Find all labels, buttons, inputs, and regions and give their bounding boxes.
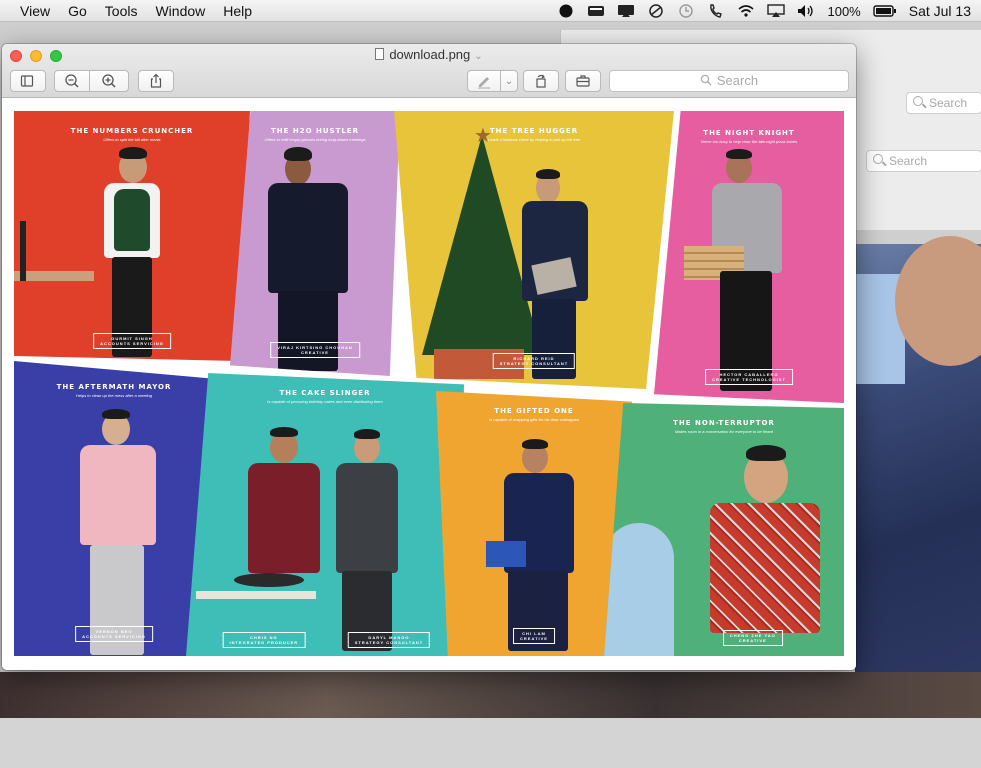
menu-help[interactable]: Help: [214, 0, 261, 22]
poster-subtitle: Helps to clean up the mess after a meeti…: [75, 393, 153, 398]
window-title-text: download.png: [389, 47, 471, 62]
document-icon: [375, 48, 385, 60]
poster-subtitle: Never too busy to help clear the late-ni…: [700, 139, 798, 144]
poster-name: VIRAJ KIRTSING CHOUHAN CREATIVE: [270, 342, 360, 358]
poster-name: CHI LAM CREATIVE: [513, 628, 555, 644]
poster-subtitle: Is capable of procuring birthday cakes a…: [267, 399, 383, 404]
chevron-down-icon: ⌄: [504, 75, 514, 87]
rotate-button[interactable]: [523, 70, 559, 92]
poster-night-knight: THE NIGHT KNIGHT Never too busy to help …: [654, 111, 844, 403]
cast-icon[interactable]: [617, 4, 635, 18]
wifi-icon[interactable]: [737, 4, 755, 18]
zoom-out-button[interactable]: [54, 70, 90, 92]
battery-icon[interactable]: [873, 4, 897, 18]
clock[interactable]: Sat Jul 13: [909, 3, 971, 19]
cake: [234, 573, 304, 587]
poster-numbers-cruncher: THE NUMBERS CRUNCHER Offers to split the…: [14, 111, 250, 361]
search-icon: [700, 74, 712, 86]
poster-tree-hugger: THE TREE HUGGER Leads Christmas cheer by…: [394, 111, 674, 389]
search-icon: [913, 96, 923, 106]
star-icon: ★: [474, 125, 492, 147]
sidebar-icon: [20, 75, 34, 87]
share-button[interactable]: [138, 70, 174, 92]
background-photo-strip: [0, 672, 981, 718]
record-icon[interactable]: [557, 4, 575, 18]
gift-box: [486, 541, 526, 567]
poster-name: RICHARD REID STRATEGY CONSULTANT: [492, 353, 576, 369]
window-title[interactable]: download.png ⌄: [2, 47, 856, 62]
background-search-field-2[interactable]: Search: [866, 150, 981, 172]
share-icon: [150, 73, 162, 88]
poster-name: GURMIT SINGH ACCOUNTS SERVICING: [93, 333, 171, 349]
rotate-icon: [536, 74, 546, 88]
status-area: 100% Sat Jul 13: [557, 0, 981, 22]
poster-subtitle: Makes room in a conversation for everyon…: [674, 429, 774, 434]
airplay-icon[interactable]: [767, 4, 786, 18]
poster-title: THE H2O HUSTLER: [271, 127, 359, 135]
drive-icon[interactable]: [587, 4, 605, 18]
volume-icon[interactable]: [797, 4, 815, 18]
chevron-down-icon: ⌄: [474, 51, 483, 62]
poster-title: THE CAKE SLINGER: [279, 389, 371, 397]
time-machine-icon[interactable]: [677, 4, 695, 18]
poster-name: CHRIS NG INTEGRATED PRODUCER: [222, 632, 306, 648]
sidebar-toggle-button[interactable]: [10, 70, 46, 92]
image-canvas: THE NUMBERS CRUNCHER Offers to split the…: [2, 99, 856, 670]
pen-icon: [478, 77, 490, 89]
search-placeholder: Search: [716, 73, 759, 88]
poster-name: HECTOR CABALLERO CREATIVE TECHNOLOGIST: [705, 369, 793, 385]
toolbox-button[interactable]: [565, 70, 601, 92]
background-search-placeholder-2: Search: [889, 154, 928, 168]
collage-image: THE NUMBERS CRUNCHER Offers to split the…: [14, 111, 844, 656]
poster-h2o-hustler: THE H2O HUSTLER Offers to refill empty g…: [230, 111, 400, 376]
poster-aftermath-mayor: THE AFTERMATH MAYOR Helps to clean up th…: [14, 361, 214, 656]
zoom-out-icon: [65, 74, 79, 88]
poster-gifted-one: THE GIFTED ONE Is capable of wrapping gi…: [436, 391, 632, 656]
toolbox-icon: [576, 75, 590, 87]
poster-title: THE NUMBERS CRUNCHER: [70, 127, 194, 135]
blocked-icon[interactable]: [647, 4, 665, 18]
markup-menu-button[interactable]: ⌄: [500, 70, 518, 92]
poster-name-2: DARYL MANGO STRATEGY CONSULTANT: [347, 632, 431, 648]
poster-title: THE AFTERMATH MAYOR: [56, 383, 172, 391]
menu-window[interactable]: Window: [146, 0, 214, 22]
background-photo: [855, 236, 981, 718]
search-icon: [873, 154, 883, 164]
markup-button[interactable]: [467, 70, 501, 92]
menu-go[interactable]: Go: [59, 0, 96, 22]
poster-non-terruptor: THE NON-TERRUPTOR Makes room in a conver…: [604, 403, 844, 656]
background-search-field[interactable]: Search: [906, 92, 981, 114]
poster-subtitle: Offers to refill empty glasses during lo…: [264, 137, 366, 142]
poster-subtitle: Offers to split the bill after meals: [103, 137, 161, 142]
poster-name: CHENG ZHE YAO CREATIVE: [722, 630, 783, 646]
menu-view[interactable]: View: [0, 0, 59, 22]
background-search-placeholder: Search: [929, 96, 968, 110]
poster-title: THE NON-TERRUPTOR: [673, 419, 775, 427]
search-field[interactable]: Search: [609, 70, 849, 92]
preview-window: download.png ⌄ ⌄ Search THE NUMBERS CRUN…: [2, 44, 856, 670]
zoom-in-button[interactable]: [89, 70, 129, 92]
background-bottom: [0, 718, 981, 768]
poster-name: VERNON NEO ACCOUNTS SERVICING: [75, 626, 153, 642]
menu-bar: View Go Tools Window Help 100% Sat Jul 1…: [0, 0, 981, 22]
battery-percent: 100%: [827, 3, 861, 19]
poster-subtitle: Is capable of wrapping gifts for his dea…: [489, 417, 579, 422]
window-titlebar: download.png ⌄ ⌄ Search: [2, 44, 856, 98]
menu-tools[interactable]: Tools: [96, 0, 147, 22]
poster-cake-slinger: THE CAKE SLINGER Is capable of procuring…: [186, 373, 464, 656]
zoom-in-icon: [102, 74, 116, 88]
phone-icon[interactable]: [707, 4, 725, 18]
poster-title: THE TREE HUGGER: [489, 127, 579, 135]
poster-title: THE GIFTED ONE: [494, 407, 574, 415]
poster-title: THE NIGHT KNIGHT: [703, 129, 795, 137]
